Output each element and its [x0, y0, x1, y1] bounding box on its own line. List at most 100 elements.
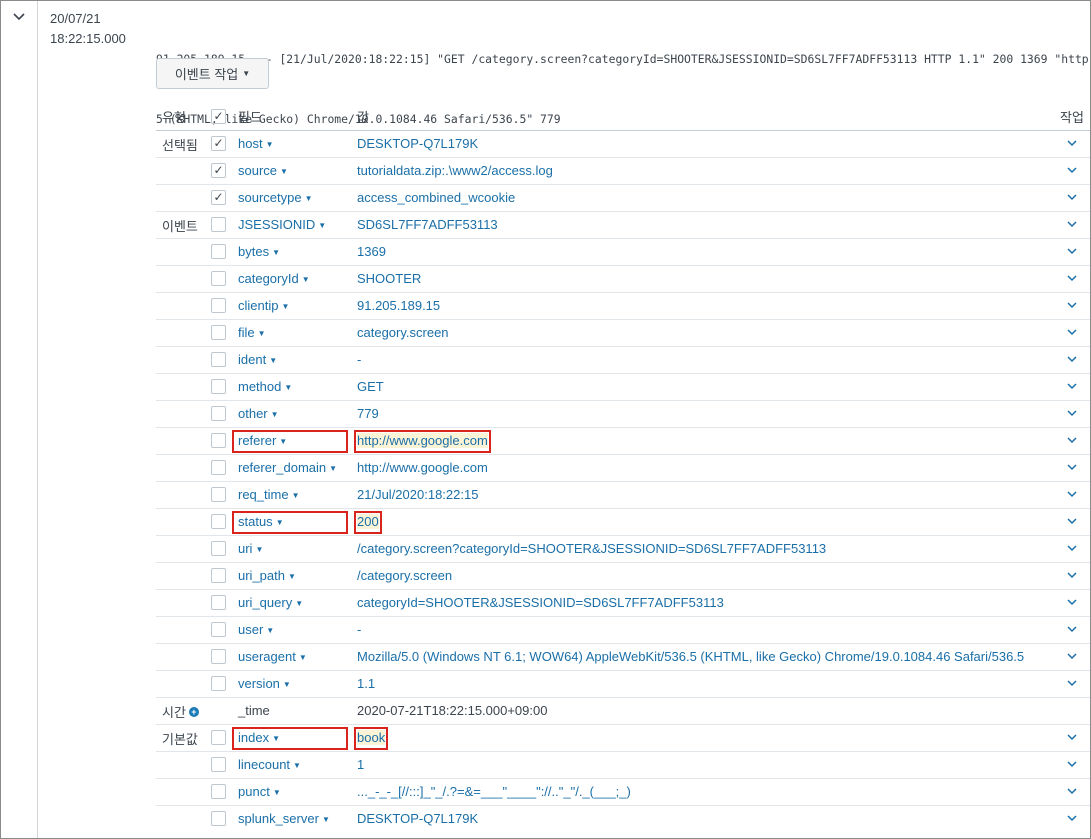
- check-icon[interactable]: ✓: [211, 108, 226, 124]
- field-name[interactable]: uri_path ▼: [238, 568, 296, 583]
- field-value[interactable]: 21/Jul/2020:18:22:15: [357, 487, 478, 502]
- chevron-down-icon[interactable]: [1065, 677, 1079, 689]
- field-checkbox[interactable]: [211, 325, 226, 340]
- field-value[interactable]: category.screen: [357, 325, 449, 340]
- chevron-down-icon[interactable]: [1065, 758, 1079, 770]
- field-value[interactable]: -: [357, 622, 361, 637]
- field-value[interactable]: tutorialdata.zip:.\www2/access.log: [357, 163, 553, 178]
- field-checkbox[interactable]: [211, 298, 226, 313]
- chevron-down-icon[interactable]: [1065, 785, 1079, 797]
- field-name[interactable]: bytes ▼: [238, 244, 280, 259]
- field-checkbox[interactable]: [211, 757, 226, 772]
- field-value[interactable]: ..._-_-_[//:::]_"_/.?=&=___"____"://.."_…: [357, 784, 631, 799]
- field-value[interactable]: book: [357, 730, 386, 745]
- field-checkbox[interactable]: [211, 541, 226, 556]
- field-name[interactable]: ident ▼: [238, 352, 277, 367]
- field-name[interactable]: categoryId ▼: [238, 271, 310, 286]
- field-checkbox[interactable]: ✓: [211, 163, 226, 178]
- field-checkbox[interactable]: [211, 514, 226, 529]
- chevron-down-icon[interactable]: [1065, 434, 1079, 446]
- field-value[interactable]: 1.1: [357, 676, 375, 691]
- chevron-down-icon[interactable]: [1065, 461, 1079, 473]
- field-value[interactable]: /category.screen: [357, 568, 452, 583]
- field-name[interactable]: linecount ▼: [238, 757, 301, 772]
- field-checkbox[interactable]: [211, 352, 226, 367]
- field-value[interactable]: 1369: [357, 244, 386, 259]
- field-checkbox[interactable]: [211, 217, 226, 232]
- field-checkbox[interactable]: [211, 433, 226, 448]
- field-name[interactable]: version ▼: [238, 676, 291, 691]
- field-value[interactable]: DESKTOP-Q7L179K: [357, 811, 478, 826]
- field-value[interactable]: Mozilla/5.0 (Windows NT 6.1; WOW64) Appl…: [357, 649, 1024, 664]
- chevron-down-icon[interactable]: [1065, 353, 1079, 365]
- field-checkbox[interactable]: [211, 649, 226, 664]
- field-value[interactable]: http://www.google.com: [357, 460, 488, 475]
- plus-circle-icon[interactable]: +: [188, 706, 199, 717]
- field-name[interactable]: sourcetype ▼: [238, 190, 313, 205]
- field-value[interactable]: -: [357, 352, 361, 367]
- header-select-all[interactable]: ✓: [211, 102, 226, 130]
- field-checkbox[interactable]: [211, 406, 226, 421]
- field-name[interactable]: other ▼: [238, 406, 279, 421]
- field-value[interactable]: 1: [357, 757, 364, 772]
- field-value[interactable]: GET: [357, 379, 384, 394]
- field-checkbox[interactable]: [211, 460, 226, 475]
- field-value[interactable]: SHOOTER: [357, 271, 421, 286]
- field-name[interactable]: punct ▼: [238, 784, 281, 799]
- chevron-down-icon[interactable]: [1065, 488, 1079, 500]
- field-checkbox[interactable]: [211, 379, 226, 394]
- chevron-down-icon[interactable]: [1065, 623, 1079, 635]
- field-value[interactable]: categoryId=SHOOTER&JSESSIONID=SD6SL7FF7A…: [357, 595, 724, 610]
- field-checkbox[interactable]: [211, 487, 226, 502]
- chevron-down-icon[interactable]: [1065, 380, 1079, 392]
- chevron-down-icon[interactable]: [1065, 272, 1079, 284]
- field-name[interactable]: referer ▼: [238, 433, 287, 448]
- chevron-down-icon[interactable]: [1065, 299, 1079, 311]
- field-checkbox[interactable]: ✓: [211, 190, 226, 205]
- field-value[interactable]: access_combined_wcookie: [357, 190, 515, 205]
- chevron-down-icon[interactable]: [1065, 218, 1079, 230]
- field-value[interactable]: DESKTOP-Q7L179K: [357, 136, 478, 151]
- field-name[interactable]: file ▼: [238, 325, 266, 340]
- chevron-down-icon[interactable]: [1065, 650, 1079, 662]
- chevron-down-icon[interactable]: [12, 11, 26, 23]
- field-checkbox[interactable]: [211, 244, 226, 259]
- field-checkbox[interactable]: [211, 622, 226, 637]
- chevron-down-icon[interactable]: [1065, 407, 1079, 419]
- field-checkbox[interactable]: [211, 784, 226, 799]
- field-name[interactable]: host ▼: [238, 136, 274, 151]
- field-checkbox[interactable]: [211, 595, 226, 610]
- field-checkbox[interactable]: [211, 271, 226, 286]
- field-name[interactable]: source ▼: [238, 163, 288, 178]
- field-name[interactable]: clientip ▼: [238, 298, 289, 313]
- chevron-down-icon[interactable]: [1065, 542, 1079, 554]
- chevron-down-icon[interactable]: [1065, 731, 1079, 743]
- field-value[interactable]: 779: [357, 406, 379, 421]
- field-name[interactable]: JSESSIONID ▼: [238, 217, 326, 232]
- field-name[interactable]: splunk_server ▼: [238, 811, 330, 826]
- chevron-down-icon[interactable]: [1065, 164, 1079, 176]
- field-checkbox[interactable]: ✓: [211, 136, 226, 151]
- chevron-down-icon[interactable]: [1065, 569, 1079, 581]
- field-name[interactable]: req_time ▼: [238, 487, 300, 502]
- field-value[interactable]: 200: [357, 514, 379, 529]
- field-value[interactable]: SD6SL7FF7ADFF53113: [357, 217, 498, 232]
- chevron-down-icon[interactable]: [1065, 596, 1079, 608]
- field-value[interactable]: /category.screen?categoryId=SHOOTER&JSES…: [357, 541, 826, 556]
- field-name[interactable]: status ▼: [238, 514, 284, 529]
- field-value[interactable]: 91.205.189.15: [357, 298, 440, 313]
- field-name[interactable]: method ▼: [238, 379, 292, 394]
- chevron-down-icon[interactable]: [1065, 245, 1079, 257]
- field-name[interactable]: user ▼: [238, 622, 274, 637]
- field-name[interactable]: referer_domain ▼: [238, 460, 337, 475]
- chevron-down-icon[interactable]: [1065, 515, 1079, 527]
- field-name[interactable]: index ▼: [238, 730, 280, 745]
- field-checkbox[interactable]: [211, 676, 226, 691]
- chevron-down-icon[interactable]: [1065, 137, 1079, 149]
- field-name[interactable]: uri ▼: [238, 541, 263, 556]
- field-checkbox[interactable]: [211, 568, 226, 583]
- field-value[interactable]: http://www.google.com: [357, 433, 488, 448]
- event-actions-button[interactable]: 이벤트 작업 ▼: [156, 58, 269, 89]
- field-checkbox[interactable]: [211, 730, 226, 745]
- field-name[interactable]: uri_query ▼: [238, 595, 303, 610]
